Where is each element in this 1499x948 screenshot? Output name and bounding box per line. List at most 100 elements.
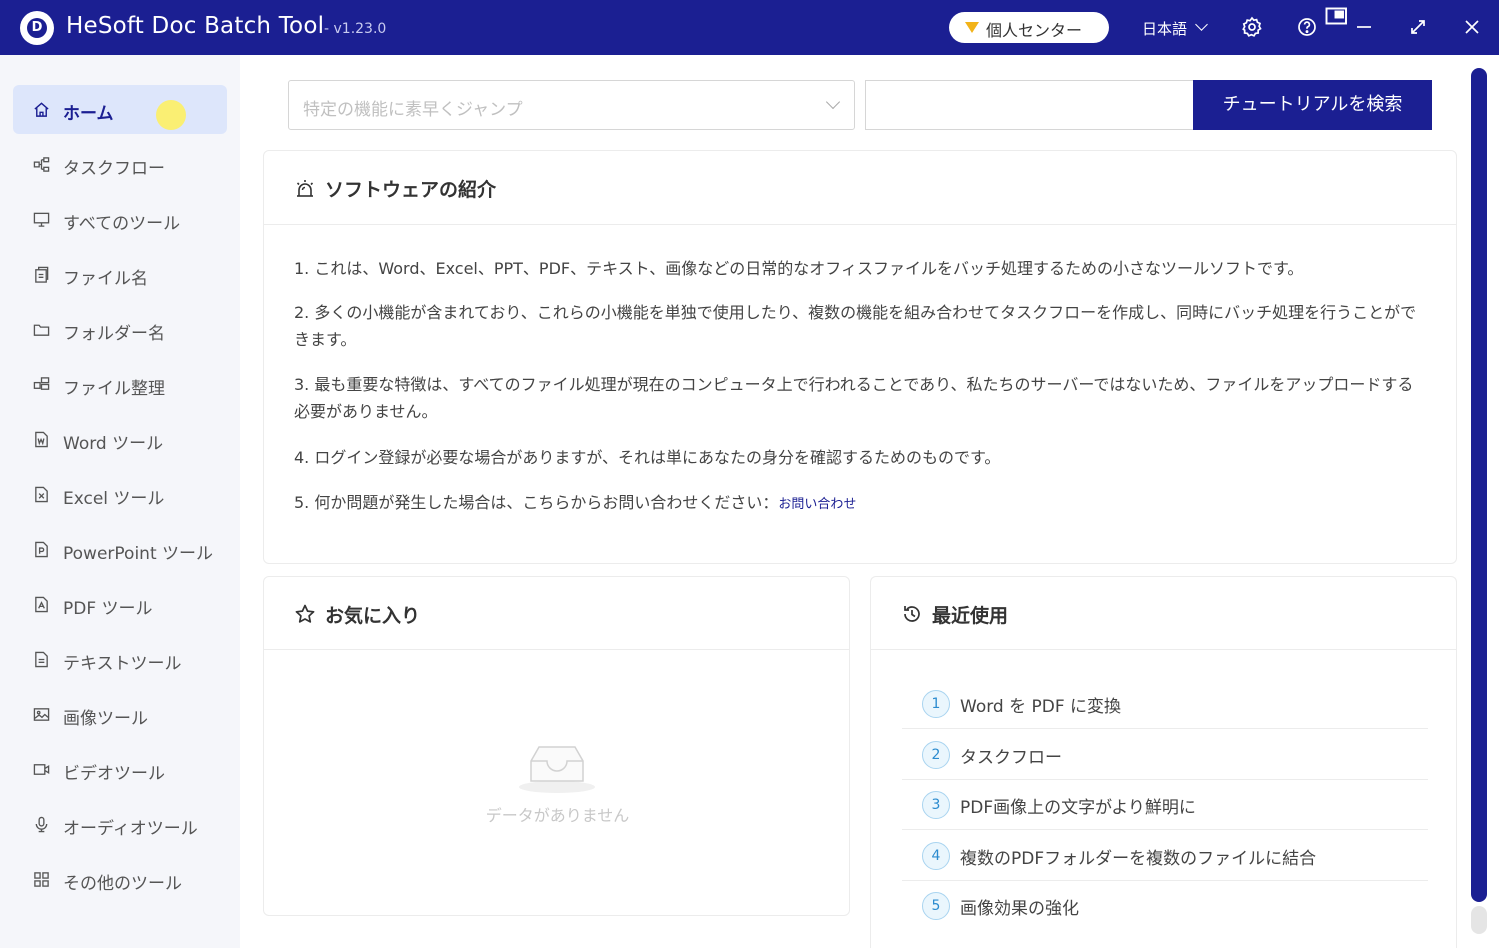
grid-icon: [33, 871, 50, 888]
home-icon: [33, 101, 50, 118]
sidebar-item-powerpoint-tools[interactable]: PowerPoint ツール: [13, 525, 227, 574]
intro-title: ソフトウェアの紹介: [325, 179, 497, 201]
recent-item[interactable]: 5 画像効果の強化: [902, 880, 1428, 931]
maximize-icon[interactable]: [1406, 15, 1430, 39]
intro-paragraph: 2. 多くの小機能が含まれており、これらの小機能を単独で使用したり、複数の機能を…: [294, 303, 1417, 349]
sidebar-item-foldername[interactable]: フォルダー名: [13, 305, 227, 354]
recent-title: 最近使用: [932, 605, 1009, 627]
recent-item-number: 1: [922, 690, 950, 718]
sidebar-item-home[interactable]: ホーム: [13, 85, 227, 134]
feature-jump-placeholder: 特定の機能に素早くジャンプ: [303, 100, 523, 120]
star-icon: [294, 603, 316, 625]
recent-item-label: タスクフロー: [960, 748, 1062, 768]
recent-item[interactable]: 4 複数のPDFフォルダーを複数のファイルに結合: [902, 830, 1428, 881]
recent-card-header: 最近使用: [871, 577, 1456, 650]
sidebar-item-label: ビデオツール: [63, 764, 165, 784]
clock-icon: [901, 603, 923, 625]
sidebar-item-label: 画像ツール: [63, 709, 148, 729]
intro-paragraph-contact: 5. 何か問題が発生した場合は、こちらからお問い合わせください：お問い合わせ: [294, 489, 1424, 518]
scrollbar-thumb[interactable]: [1471, 68, 1487, 902]
pin-window-icon[interactable]: [1325, 4, 1347, 25]
recent-item-number: 4: [922, 842, 950, 870]
sidebar-item-video-tools[interactable]: ビデオツール: [13, 745, 227, 794]
empty-inbox-icon: [517, 737, 597, 797]
organize-icon: [33, 376, 50, 393]
video-icon: [33, 761, 50, 778]
sidebar-item-label: ファイル整理: [63, 379, 165, 399]
recent-item[interactable]: 3 PDF画像上の文字がより鮮明に: [902, 779, 1428, 830]
favorites-title: お気に入り: [325, 605, 421, 627]
recent-card: 最近使用 1 Word を PDF に変換 2 タスクフロー 3 PDF画像上の…: [870, 576, 1457, 948]
pdf-file-icon: [33, 596, 50, 613]
close-icon[interactable]: [1460, 15, 1484, 39]
intro-paragraph: 3. 最も重要な特徴は、すべてのファイル処理が現在のコンピュータ上で行われること…: [294, 375, 1414, 421]
sidebar: ホーム タスクフロー すべてのツール ファイル名 フォルダー名 ファイル整理 W…: [0, 55, 240, 948]
personal-center-button[interactable]: 個人センター: [949, 12, 1109, 43]
sidebar-item-label: タスクフロー: [63, 159, 165, 179]
sidebar-item-label: PDF ツール: [63, 599, 153, 619]
intro-card-header: ソフトウェアの紹介: [264, 151, 1456, 225]
intro-paragraph: 4. ログイン登録が必要な場合がありますが、それは単にあなたの身分を確認するため…: [294, 448, 1001, 467]
intro-paragraph: 1. これは、Word、Excel、PPT、PDF、テキスト、画像などの日常的な…: [294, 259, 1304, 278]
word-file-icon: [33, 431, 50, 448]
gear-icon[interactable]: [1240, 15, 1264, 39]
scrollbar-end: [1471, 906, 1487, 934]
recent-item[interactable]: 2 タスクフロー: [902, 729, 1428, 780]
alarm-icon: [294, 178, 316, 200]
sidebar-item-label: テキストツール: [63, 654, 182, 674]
sidebar-item-taskflow[interactable]: タスクフロー: [13, 140, 227, 189]
recent-item-label: Word を PDF に変換: [960, 697, 1122, 717]
sidebar-item-filename[interactable]: ファイル名: [13, 250, 227, 299]
recent-item-label: 画像効果の強化: [960, 899, 1079, 919]
sidebar-item-label: オーディオツール: [63, 819, 198, 839]
sidebar-item-label: フォルダー名: [63, 324, 165, 344]
sidebar-item-label: PowerPoint ツール: [63, 544, 214, 564]
help-icon[interactable]: [1295, 15, 1319, 39]
intro-paragraph-text: 5. 何か問題が発生した場合は、こちらからお問い合わせください：: [294, 493, 779, 512]
app-version: - v1.23.0: [324, 21, 387, 37]
sidebar-item-label: すべてのツール: [63, 214, 181, 234]
sidebar-item-other-tools[interactable]: その他のツール: [13, 855, 227, 904]
recent-item-label: 複数のPDFフォルダーを複数のファイルに結合: [960, 849, 1317, 869]
diamond-icon: [965, 22, 979, 33]
favorites-card: お気に入り データがありません: [263, 576, 850, 916]
minimize-icon[interactable]: [1352, 15, 1376, 39]
recent-item-number: 5: [922, 892, 950, 920]
recent-item-number: 3: [922, 791, 950, 819]
file-copy-icon: [33, 266, 50, 283]
image-icon: [33, 706, 50, 723]
tutorial-search-button[interactable]: チュートリアルを検索: [1193, 80, 1432, 130]
chevron-down-icon: [825, 94, 841, 110]
intro-card: ソフトウェアの紹介 1. これは、Word、Excel、PPT、PDF、テキスト…: [263, 150, 1457, 564]
sidebar-item-audio-tools[interactable]: オーディオツール: [13, 800, 227, 849]
empty-text: データがありません: [485, 806, 630, 825]
recent-item[interactable]: 1 Word を PDF に変換: [902, 678, 1428, 729]
tutorial-search-input[interactable]: [865, 80, 1195, 130]
monitor-icon: [33, 211, 50, 228]
app-logo: D: [20, 11, 54, 45]
ppt-file-icon: [33, 541, 50, 558]
sidebar-item-label: ホーム: [63, 104, 114, 124]
sidebar-item-image-tools[interactable]: 画像ツール: [13, 690, 227, 739]
sidebar-item-pdf-tools[interactable]: PDF ツール: [13, 580, 227, 629]
feature-jump-select[interactable]: 特定の機能に素早くジャンプ: [288, 80, 855, 130]
favorites-card-header: お気に入り: [264, 577, 849, 650]
sidebar-item-label: その他のツール: [63, 874, 182, 894]
contact-link[interactable]: お問い合わせ: [778, 497, 856, 512]
sidebar-item-excel-tools[interactable]: Excel ツール: [13, 470, 227, 519]
microphone-icon: [33, 816, 50, 833]
app-title: HeSoft Doc Batch Tool: [66, 13, 325, 39]
text-file-icon: [33, 651, 50, 668]
sidebar-item-all-tools[interactable]: すべてのツール: [13, 195, 227, 244]
title-bar: D HeSoft Doc Batch Tool - v1.23.0 個人センター…: [0, 0, 1499, 55]
recent-item-number: 2: [922, 741, 950, 769]
recent-item-label: PDF画像上の文字がより鮮明に: [960, 798, 1196, 818]
sidebar-item-label: Word ツール: [63, 434, 164, 454]
chevron-down-icon[interactable]: [1195, 18, 1208, 31]
folder-icon: [33, 321, 50, 338]
sidebar-item-file-organize[interactable]: ファイル整理: [13, 360, 227, 409]
sidebar-item-word-tools[interactable]: Word ツール: [13, 415, 227, 464]
language-selector[interactable]: 日本語: [1142, 18, 1187, 39]
sidebar-item-text-tools[interactable]: テキストツール: [13, 635, 227, 684]
personal-center-label: 個人センター: [986, 21, 1083, 40]
